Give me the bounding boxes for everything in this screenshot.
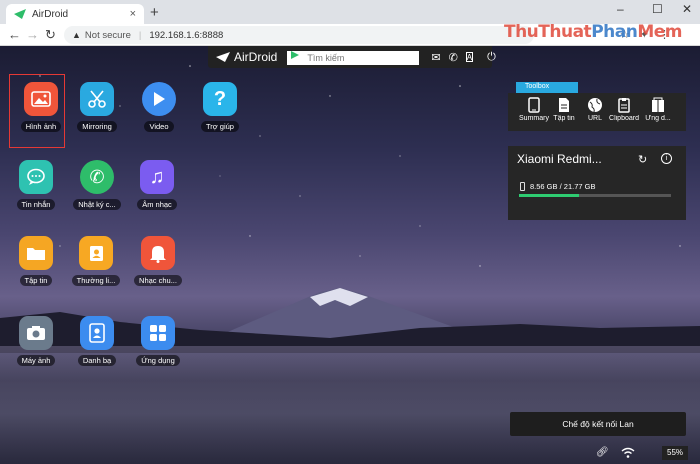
app-label: Ứng dụng (136, 355, 180, 366)
airdroid-logo: AirDroid (216, 50, 277, 64)
tab-title: AirDroid (32, 8, 69, 20)
info-icon[interactable]: i (661, 153, 672, 164)
lan-mode-toast: Chế độ kết nối Lan (510, 412, 686, 436)
app-mirroring[interactable]: Mirroring (67, 82, 127, 137)
app-photos[interactable]: Hình ảnh (9, 74, 71, 148)
scissors-icon (80, 82, 114, 116)
device-panel: Xiaomi Redmi... ↻ i 8.56 GB / 21.77 GB (508, 146, 686, 220)
app-label: Mirroring (77, 121, 117, 132)
call-icon: ✆ (80, 160, 114, 194)
toolbox-panel: Summary Tập tin URL Clipboard Ứng d... (508, 93, 686, 131)
divider: | (138, 29, 142, 41)
bell-icon (141, 236, 175, 270)
close-window-button[interactable]: ✕ (682, 2, 692, 16)
app-messages[interactable]: Tin nhắn (6, 160, 66, 215)
reload-icon[interactable]: ↻ (45, 27, 56, 43)
storage-bar-fill (519, 194, 579, 197)
airdroid-arrow-icon (216, 52, 230, 62)
app-video[interactable]: Video (129, 82, 189, 137)
file-icon (559, 98, 569, 112)
forward-icon[interactable]: → (26, 27, 39, 42)
app-music[interactable]: ♫ Âm nhạc (127, 160, 187, 215)
app-camera[interactable]: Máy ảnh (6, 316, 66, 371)
mail-icon[interactable]: ✉ (431, 51, 440, 64)
phone-summary-icon (528, 97, 540, 113)
app-label: Danh bạ (77, 355, 117, 366)
app-icon (652, 97, 664, 112)
new-tab-button[interactable]: + (150, 4, 159, 21)
folder-icon (19, 236, 53, 270)
toolbox-tag[interactable]: Toolbox (516, 82, 578, 93)
app-label: Video (144, 121, 174, 132)
music-icon: ♫ (140, 160, 174, 194)
browser-tab-bar: AirDroid × + – ☐ ✕ (0, 0, 700, 24)
airdroid-top-bar: AirDroid ✉ ✆ A ⏻ (208, 46, 496, 68)
image-icon (24, 82, 58, 116)
app-frequent-contacts[interactable]: Thường li... (66, 236, 126, 291)
app-label: Máy ảnh (16, 355, 56, 366)
message-icon (19, 160, 53, 194)
font-icon[interactable]: A (465, 52, 474, 62)
phone-storage-icon (520, 182, 525, 191)
address-bar[interactable]: ▲ Not secure | 192.168.1.6:8888 (64, 26, 534, 44)
minimize-button[interactable]: – (617, 2, 624, 16)
storage-text: 8.56 GB / 21.77 GB (530, 182, 596, 191)
maximize-button[interactable]: ☐ (652, 2, 663, 16)
play-icon (142, 82, 176, 116)
apps-grid-icon (141, 316, 175, 350)
airdroid-favicon-icon (14, 9, 26, 19)
app-label: Hình ảnh (20, 121, 62, 132)
url-text: 192.168.1.6:8888 (149, 29, 224, 41)
storage-bar (519, 194, 671, 197)
app-files[interactable]: Tập tin (6, 236, 66, 291)
refresh-icon[interactable]: ↻ (638, 153, 647, 166)
app-label: Thường li... (71, 275, 121, 286)
contact-icon (80, 316, 114, 350)
app-call-log[interactable]: ✆ Nhật ký c... (67, 160, 127, 215)
battery-indicator: 55% (662, 446, 689, 460)
app-ringtones[interactable]: Nhạc chu... (128, 236, 188, 291)
back-icon[interactable]: ← (8, 27, 21, 42)
app-applications[interactable]: Ứng dụng (128, 316, 188, 371)
browser-tab[interactable]: AirDroid × (6, 4, 144, 24)
help-icon: ? (203, 82, 237, 116)
airdroid-desktop: AirDroid ✉ ✆ A ⏻ Hình ảnh Mirroring Vide… (0, 46, 700, 464)
contacts-card-icon (79, 236, 113, 270)
tab-close-icon[interactable]: × (130, 8, 136, 20)
app-contacts[interactable]: Danh bạ (67, 316, 127, 371)
phone-icon[interactable]: ✆ (449, 51, 458, 64)
globe-icon (588, 98, 602, 113)
app-label: Âm nhạc (137, 199, 177, 210)
app-label: Nhạc chu... (134, 275, 182, 286)
wifi-icon[interactable] (621, 447, 635, 458)
power-icon[interactable]: ⏻ (487, 51, 496, 64)
search-input[interactable] (287, 51, 420, 65)
app-label: Tập tin (19, 275, 53, 286)
toolbox-clipboard[interactable]: Clipboard (606, 97, 642, 122)
app-label: Trợ giúp (201, 121, 239, 132)
warning-icon: ▲ (72, 30, 81, 40)
device-name: Xiaomi Redmi... (517, 152, 602, 166)
watermark-logo: ThuThuatPhanMem (503, 22, 683, 42)
toolbox-apps[interactable]: Ứng d... (640, 97, 676, 122)
link-icon[interactable]: 🔗︎ (596, 447, 609, 458)
camera-icon (19, 316, 53, 350)
app-help[interactable]: ? Trợ giúp (190, 82, 250, 137)
status-tray: 🔗︎ (596, 447, 635, 458)
app-label: Nhật ký c... (73, 199, 121, 210)
security-label: Not secure (84, 29, 131, 41)
google-play-icon (291, 51, 300, 59)
clipboard-icon (618, 98, 630, 113)
search-box (287, 48, 420, 66)
app-label: Tin nhắn (16, 199, 56, 210)
